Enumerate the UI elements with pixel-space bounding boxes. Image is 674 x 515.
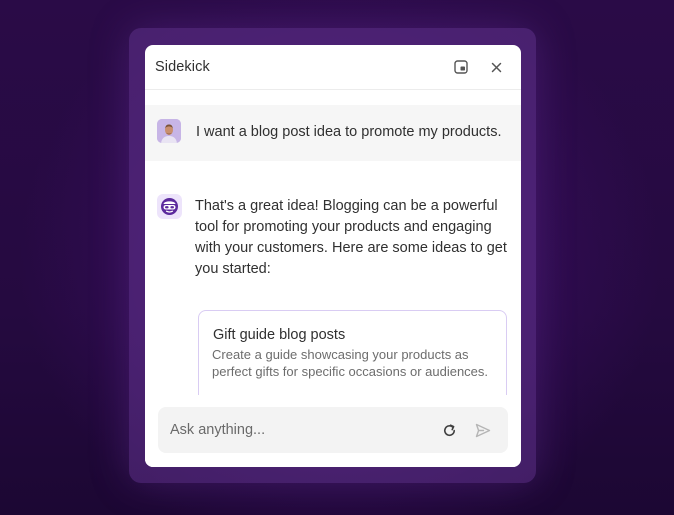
refresh-icon — [443, 423, 455, 436]
user-avatar — [157, 119, 181, 143]
refresh-button[interactable] — [441, 422, 457, 438]
sidekick-avatar — [157, 194, 182, 219]
close-button[interactable] — [488, 59, 504, 75]
panel-title: Sidekick — [155, 59, 210, 75]
user-message-text: I want a blog post idea to promote my pr… — [196, 124, 502, 140]
user-message-row: I want a blog post idea to promote my pr… — [145, 105, 521, 161]
picture-in-picture-button[interactable] — [453, 59, 469, 75]
sidekick-panel: Sidekick I want a blog post idea to prom… — [145, 45, 521, 467]
send-icon — [475, 423, 491, 437]
idea-card-description: Create a guide showcasing your products … — [212, 347, 489, 379]
assistant-message-text: That's a great idea! Blogging can be a p… — [195, 198, 507, 277]
send-button[interactable] — [475, 422, 491, 438]
composer-box — [158, 407, 508, 453]
sidekick-bot-icon — [161, 198, 178, 215]
close-icon — [491, 62, 501, 72]
ask-input[interactable] — [170, 419, 430, 441]
panel-header: Sidekick — [145, 45, 521, 90]
picture-in-picture-icon — [454, 60, 468, 74]
idea-card-title: Gift guide blog posts — [213, 327, 346, 343]
